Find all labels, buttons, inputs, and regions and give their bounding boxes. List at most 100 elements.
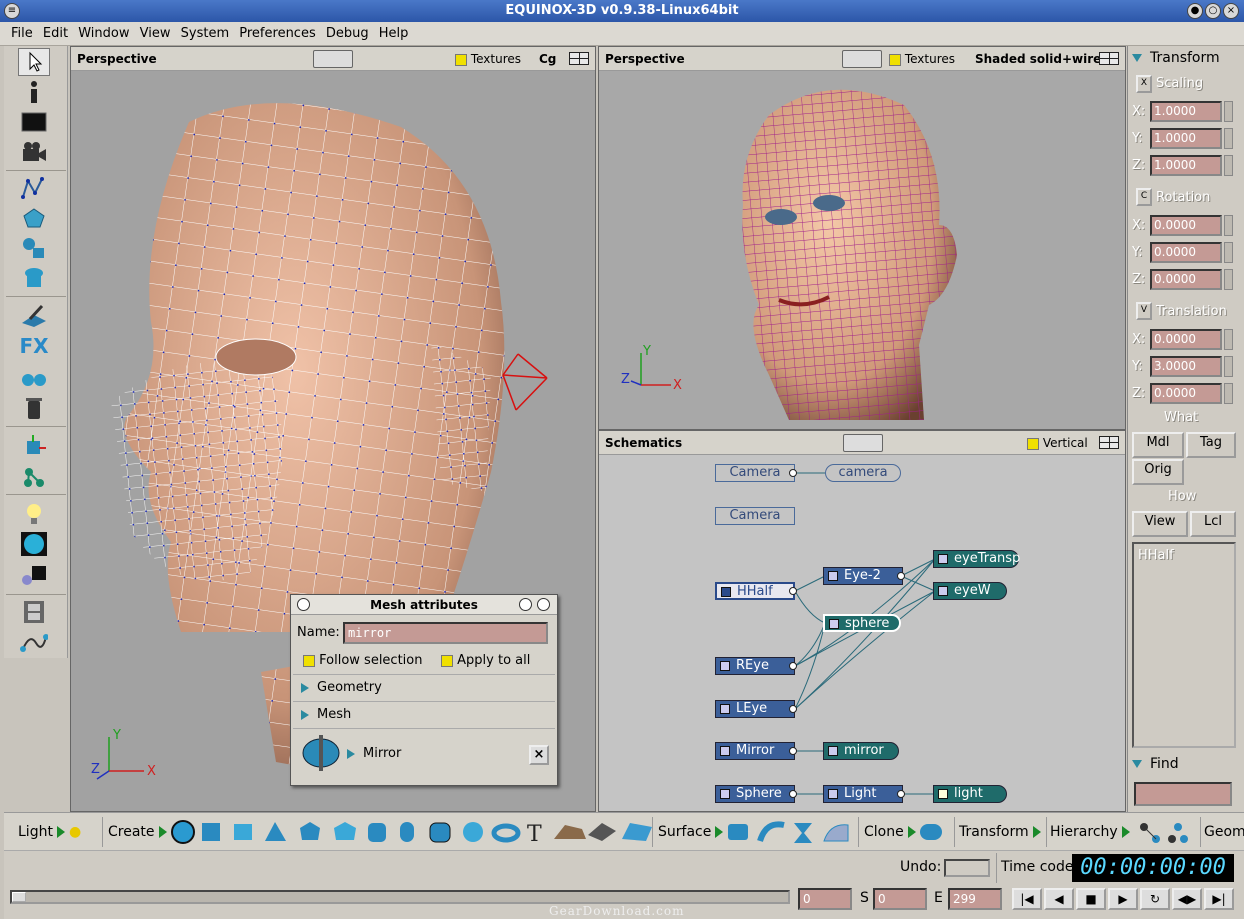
selection-list[interactable]: HHalf <box>1132 542 1236 748</box>
rotation-y-spinner[interactable] <box>1224 242 1233 263</box>
node-connector[interactable] <box>897 572 905 580</box>
menu-debug[interactable]: Debug <box>323 22 372 46</box>
stop-icon[interactable]: ■ <box>1076 888 1106 910</box>
expand-arrow-icon[interactable] <box>1032 826 1041 838</box>
expand-arrow-icon[interactable] <box>715 826 724 838</box>
menu-window[interactable]: Window <box>75 22 132 46</box>
surface-extrude-icon[interactable] <box>728 824 748 840</box>
create-pyramid-icon[interactable] <box>265 822 286 841</box>
rotation-z-field[interactable]: 0.0000 <box>1150 269 1222 290</box>
menu-help[interactable]: Help <box>376 22 412 46</box>
schematic-node-light[interactable]: Light <box>823 785 903 803</box>
render-mode-dropdown[interactable]: Cg <box>539 47 556 71</box>
schematic-node-eyetransp[interactable]: eyeTransp <box>933 550 1020 568</box>
what-mdl-button[interactable]: Mdl <box>1132 432 1184 458</box>
light-group[interactable]: Light ● <box>18 813 81 851</box>
expand-arrow-icon[interactable] <box>158 826 167 838</box>
transform-gizmo-icon[interactable] <box>18 432 50 460</box>
viewport-layout-icon[interactable] <box>569 52 589 65</box>
schematic-node-eyew[interactable]: eyeW <box>933 582 1007 600</box>
follow-selection-checkbox[interactable] <box>303 654 315 667</box>
textures-checkbox[interactable] <box>455 53 467 66</box>
transform-group[interactable]: Transform <box>959 813 1045 851</box>
viewport-layout-icon[interactable] <box>1099 52 1119 65</box>
find-header[interactable]: Find <box>1132 756 1179 772</box>
hierarchy-group[interactable]: Hierarchy <box>1050 813 1134 851</box>
node-connector[interactable] <box>789 587 797 595</box>
render-mode-dropdown[interactable]: Shaded solid+wire <box>975 47 1101 71</box>
material-sphere-icon[interactable] <box>18 530 50 558</box>
what-orig-button[interactable]: Orig <box>1132 459 1184 485</box>
info-icon[interactable] <box>18 78 50 106</box>
clone-mirror-icon[interactable] <box>919 824 942 840</box>
schematic-node-camera[interactable]: Camera <box>715 464 795 482</box>
viewport-right[interactable]: Perspective Textures Shaded solid+wire Y… <box>598 46 1126 430</box>
surface-skin-icon[interactable] <box>823 824 849 842</box>
maximize-button[interactable]: ○ <box>1205 3 1221 19</box>
scaling-y-spinner[interactable] <box>1224 128 1233 149</box>
create-dodecahedron-icon[interactable] <box>300 822 320 840</box>
rotation-key-button[interactable]: C <box>1136 188 1152 206</box>
create-rocks-icon[interactable] <box>588 823 616 841</box>
node-connector[interactable] <box>789 705 797 713</box>
film-strip-icon[interactable] <box>18 598 50 626</box>
nurbs-icon[interactable] <box>18 264 50 292</box>
schematic-node-sphere-obj[interactable]: Sphere <box>715 785 795 803</box>
surface-lathe-icon[interactable] <box>794 823 812 843</box>
trash-icon[interactable] <box>18 394 50 422</box>
scaling-y-field[interactable]: 1.0000 <box>1150 128 1222 149</box>
light-bulb-icon[interactable] <box>18 500 50 528</box>
translation-key-button[interactable]: V <box>1136 302 1152 320</box>
ping-pong-icon[interactable]: ◀▶ <box>1172 888 1202 910</box>
lightbulb-icon[interactable]: ● <box>69 824 81 840</box>
current-frame-field[interactable]: 0 <box>798 888 852 910</box>
dialog-menu-button[interactable] <box>297 598 310 611</box>
what-tag-button[interactable]: Tag <box>1186 432 1236 458</box>
scaling-key-button[interactable]: X <box>1136 75 1152 93</box>
schematic-node-sphere[interactable]: sphere <box>823 614 901 632</box>
timeline-slider[interactable] <box>10 890 790 904</box>
menu-preferences[interactable]: Preferences <box>236 22 318 46</box>
translation-y-field[interactable]: 3.0000 <box>1150 356 1222 377</box>
minimize-button[interactable]: ● <box>1187 3 1203 19</box>
expand-arrow-icon[interactable] <box>56 826 65 838</box>
create-torus-icon[interactable] <box>491 823 521 843</box>
rotation-y-field[interactable]: 0.0000 <box>1150 242 1222 263</box>
menu-system[interactable]: System <box>178 22 232 46</box>
undo-field[interactable] <box>944 859 990 877</box>
expand-arrow-icon[interactable] <box>907 826 916 838</box>
shaded-head-model[interactable] <box>729 75 969 425</box>
schematic-node-camera-2[interactable]: Camera <box>715 507 795 525</box>
scaling-x-field[interactable]: 1.0000 <box>1150 101 1222 122</box>
node-connector[interactable] <box>789 469 797 477</box>
scaling-x-spinner[interactable] <box>1224 101 1233 122</box>
mirror-section[interactable]: Mirror <box>347 742 401 766</box>
schematic-node-mirror[interactable]: Mirror <box>715 742 795 760</box>
menu-file[interactable]: File <box>8 22 36 46</box>
select-pointer-icon[interactable] <box>18 48 50 76</box>
schematic-node-reye[interactable]: REye <box>715 657 795 675</box>
node-connector[interactable] <box>897 790 905 798</box>
play-icon[interactable]: ▶ <box>1108 888 1138 910</box>
create-group[interactable]: Create <box>108 813 171 851</box>
schematics-panel[interactable]: Schematics Vertical Camera camera Camera… <box>598 430 1126 812</box>
translation-y-spinner[interactable] <box>1224 356 1233 377</box>
viewport-camera-icon[interactable] <box>842 50 882 68</box>
viewport-camera-icon[interactable] <box>313 50 353 68</box>
menu-view[interactable]: View <box>137 22 174 46</box>
create-text-icon[interactable]: T <box>527 822 542 845</box>
create-cube-icon[interactable] <box>202 823 220 841</box>
geometry-section[interactable]: Geometry <box>301 676 382 700</box>
create-plane-icon[interactable] <box>234 824 252 840</box>
selection-list-item[interactable]: HHalf <box>1138 548 1174 563</box>
schematic-node-mirror-mesh[interactable]: mirror <box>823 742 899 760</box>
hierarchy-tool-icon[interactable] <box>18 462 50 490</box>
create-ball-icon[interactable] <box>463 822 483 842</box>
camera-icon[interactable] <box>18 138 50 166</box>
scaling-z-field[interactable]: 1.0000 <box>1150 155 1222 176</box>
translation-z-field[interactable]: 0.0000 <box>1150 383 1222 404</box>
translation-x-field[interactable]: 0.0000 <box>1150 329 1222 350</box>
create-tube-icon[interactable] <box>429 822 451 843</box>
scaling-z-spinner[interactable] <box>1224 155 1233 176</box>
rotation-x-field[interactable]: 0.0000 <box>1150 215 1222 236</box>
